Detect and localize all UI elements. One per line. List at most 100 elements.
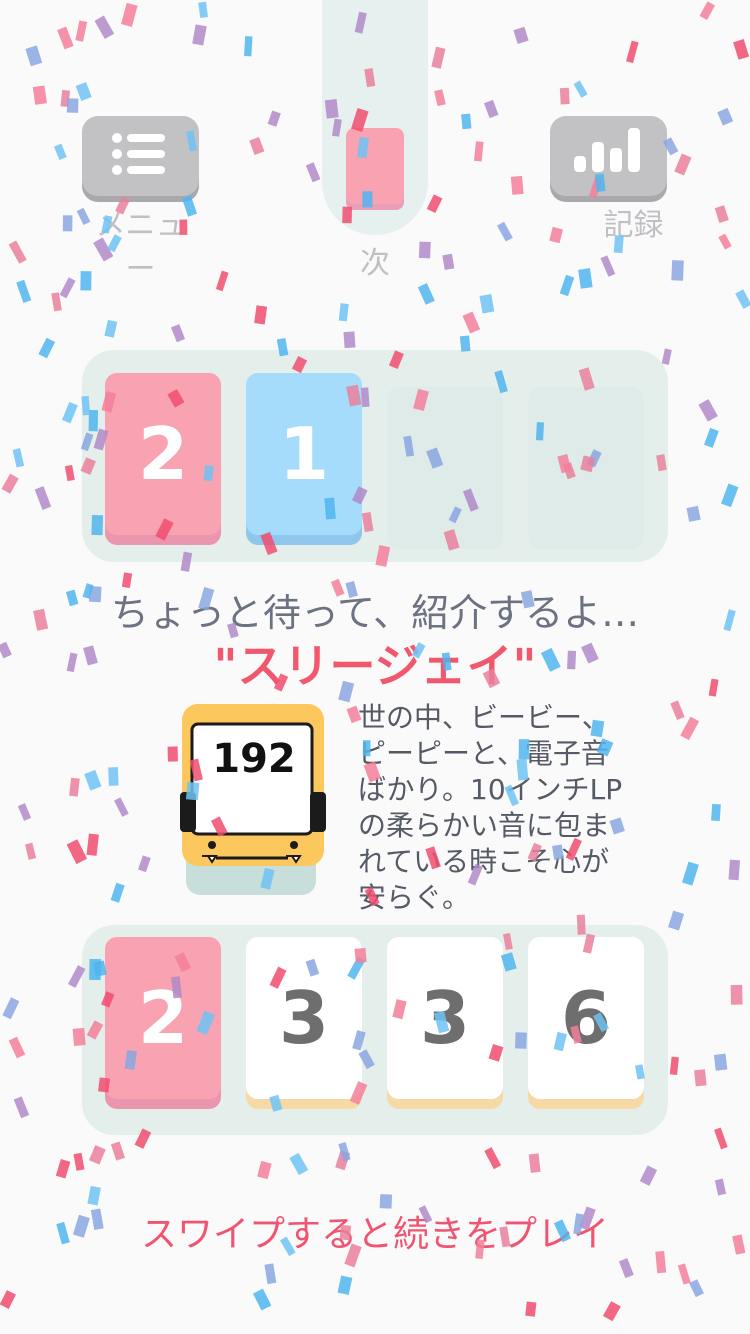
card-value: 3 — [419, 976, 471, 1060]
confetti-piece — [602, 1301, 621, 1322]
confetti-piece — [713, 1053, 728, 1071]
confetti-piece — [110, 882, 125, 903]
top-board: 2 1 — [82, 350, 668, 562]
confetti-piece — [87, 1185, 101, 1206]
confetti-piece — [661, 348, 672, 365]
description-line: れている時こそ心が — [358, 845, 610, 878]
card-value: 2 — [137, 412, 189, 496]
confetti-piece — [170, 324, 186, 343]
confetti-piece — [671, 260, 684, 281]
bottom-card-2: 3 — [246, 937, 362, 1099]
card-value: 1 — [278, 412, 330, 496]
confetti-piece — [426, 194, 443, 214]
character-description: 世の中、ビービー、 ピーピーと、電子音 ばかり。10インチLP の柔らかい音に包… — [358, 700, 688, 916]
bottom-card-3: 3 — [387, 937, 503, 1099]
card-value: 2 — [137, 976, 189, 1060]
confetti-piece — [62, 215, 73, 232]
confetti-piece — [16, 279, 32, 304]
confetti-piece — [513, 26, 529, 44]
confetti-piece — [73, 1152, 85, 1171]
confetti-piece — [17, 803, 32, 821]
character-card-icon — [180, 704, 326, 895]
confetti-piece — [8, 240, 27, 264]
swipe-prompt[interactable]: スワイプすると続きをプレイ — [0, 1205, 750, 1257]
confetti-piece — [714, 1127, 728, 1150]
bottom-card-1: 2 — [105, 937, 221, 1099]
confetti-piece — [60, 89, 71, 108]
confetti-piece — [343, 331, 356, 349]
confetti-piece — [254, 305, 268, 325]
confetti-piece — [479, 293, 495, 314]
confetti-piece — [698, 399, 718, 422]
confetti-piece — [669, 1056, 679, 1076]
top-slot-3 — [387, 387, 503, 549]
confetti-piece — [484, 99, 499, 119]
confetti-piece — [64, 464, 75, 482]
confetti-piece — [484, 1147, 502, 1170]
confetti-piece — [53, 143, 67, 160]
confetti-piece — [34, 486, 52, 510]
confetti-piece — [38, 337, 56, 359]
next-card — [346, 128, 404, 204]
confetti-piece — [108, 767, 119, 786]
confetti-piece — [61, 401, 78, 424]
confetti-piece — [677, 1263, 691, 1285]
confetti-piece — [497, 221, 513, 242]
confetti-piece — [1, 473, 19, 494]
confetti-piece — [474, 141, 484, 162]
confetti-piece — [24, 842, 37, 860]
confetti-piece — [59, 277, 76, 299]
bottom-card-4: 6 — [528, 937, 644, 1099]
confetti-piece — [689, 1279, 704, 1298]
confetti-piece — [714, 1178, 727, 1196]
confetti-piece — [618, 1258, 634, 1279]
description-line: ピーピーと、電子音 — [358, 737, 609, 770]
confetti-piece — [442, 253, 455, 270]
character-value: 192 — [212, 736, 296, 782]
confetti-piece — [525, 1301, 537, 1317]
confetti-piece — [51, 292, 62, 312]
confetti-piece — [75, 82, 92, 101]
confetti-piece — [55, 1159, 71, 1179]
confetti-piece — [559, 87, 570, 105]
confetti-piece — [244, 36, 253, 57]
card-value: 3 — [278, 976, 330, 1060]
confetti-piece — [461, 113, 472, 130]
confetti-piece — [198, 1, 209, 18]
confetti-piece — [215, 270, 229, 292]
confetti-piece — [704, 427, 719, 448]
confetti-piece — [167, 746, 179, 762]
confetti-piece — [528, 1153, 541, 1173]
confetti-piece — [559, 274, 575, 297]
confetti-piece — [2, 997, 20, 1020]
records-label: 記録 — [603, 208, 664, 243]
confetti-piece — [711, 803, 721, 822]
confetti-piece — [114, 797, 129, 817]
confetti-piece — [0, 1290, 16, 1309]
confetti-piece — [600, 255, 616, 277]
confetti-piece — [721, 483, 739, 508]
confetti-piece — [510, 175, 524, 195]
confetti-piece — [694, 1069, 707, 1087]
confetti-piece — [338, 303, 349, 322]
confetti-piece — [305, 162, 321, 183]
confetti-piece — [138, 855, 151, 873]
top-card-1: 2 — [105, 373, 221, 535]
confetti-piece — [86, 833, 99, 856]
confetti-piece — [431, 46, 446, 69]
confetti-piece — [192, 24, 207, 46]
confetti-piece — [578, 268, 593, 289]
confetti-piece — [8, 1036, 26, 1059]
confetti-piece — [12, 448, 25, 468]
confetti-piece — [289, 1152, 309, 1176]
character-name: "スリージェイ" — [213, 639, 537, 693]
records-button[interactable] — [550, 116, 667, 196]
menu-button[interactable] — [82, 116, 199, 196]
description-line: 安らぐ。 — [358, 881, 471, 914]
confetti-piece — [735, 289, 750, 309]
confetti-piece — [264, 1263, 277, 1285]
confetti-piece — [335, 1150, 351, 1171]
menu-label: メニュー — [95, 208, 186, 287]
confetti-piece — [69, 777, 80, 797]
confetti-piece — [730, 984, 743, 1005]
